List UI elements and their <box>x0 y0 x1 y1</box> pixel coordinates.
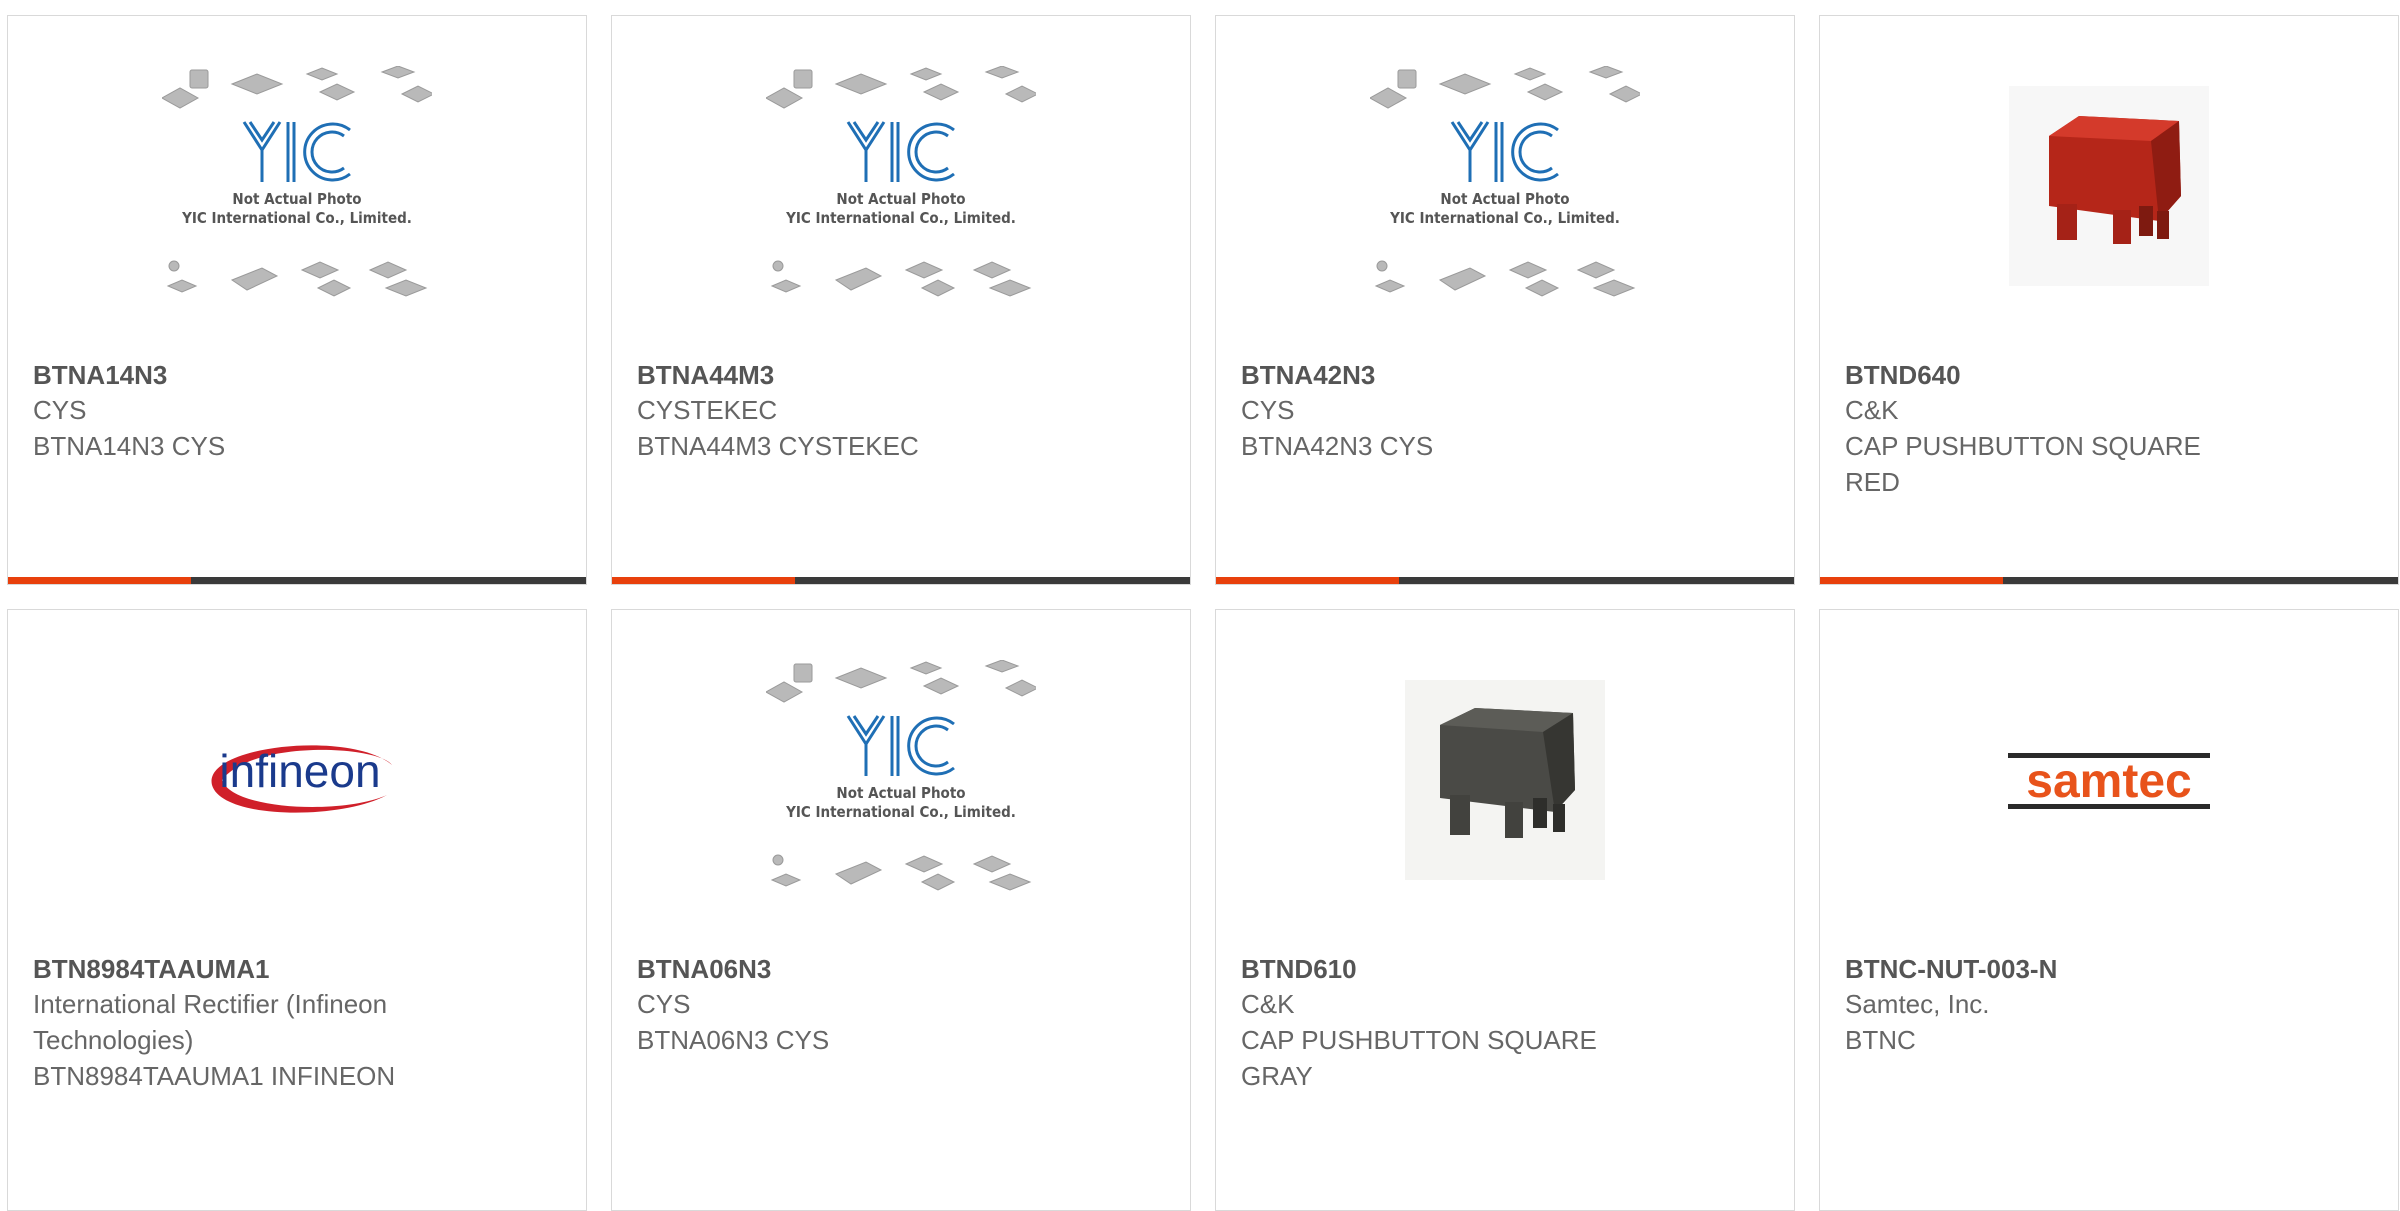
part-number[interactable]: BTNC-NUT-003-N <box>1845 952 2338 986</box>
product-image[interactable]: Not Actual Photo YIC International Co., … <box>612 66 1190 366</box>
product-info: BTNA06N3 CYS BTNA06N3 CYS <box>637 952 1130 1058</box>
product-card[interactable]: Not Actual Photo YIC International Co., … <box>7 15 587 585</box>
card-accent-bar <box>1820 577 2003 584</box>
product-info: BTND640 C&K CAP PUSHBUTTON SQUARE RED <box>1845 358 2338 500</box>
product-image[interactable] <box>1216 680 1794 980</box>
yic-logo <box>846 715 955 776</box>
product-image[interactable]: Not Actual Photo YIC International Co., … <box>8 66 586 366</box>
part-number[interactable]: BTNA14N3 <box>33 358 526 392</box>
yic-logo <box>846 121 955 182</box>
card-bottom-bar <box>1820 577 2398 584</box>
product-info: BTN8984TAAUMA1 International Rectifier (… <box>33 952 526 1094</box>
part-number[interactable]: BTNA06N3 <box>637 952 1130 986</box>
chip-icons <box>166 260 428 297</box>
chip-icons <box>770 854 1032 891</box>
yic-placeholder-image: Not Actual Photo YIC International Co., … <box>1370 66 1640 316</box>
description: GRAY <box>1241 1061 1313 1091</box>
part-number[interactable]: BTNA44M3 <box>637 358 1130 392</box>
manufacturer: CYS <box>33 395 87 425</box>
product-grid: Not Actual Photo YIC International Co., … <box>7 15 2399 1211</box>
product-image[interactable] <box>1820 86 2398 386</box>
manufacturer: CYSTEKEC <box>637 395 778 425</box>
chip-icons <box>1370 66 1640 109</box>
chip-icons <box>162 66 432 109</box>
part-number[interactable]: BTN8984TAAUMA1 <box>33 952 526 986</box>
manufacturer: CYS <box>637 989 691 1019</box>
description: BTNA14N3 CYS <box>33 431 226 461</box>
description: BTN8984TAAUMA1 INFINEON <box>33 1061 396 1091</box>
placeholder-caption: Not Actual Photo YIC International Co., … <box>1390 190 1620 227</box>
manufacturer: C&K <box>1241 989 1295 1019</box>
description: BTNA44M3 CYSTEKEC <box>637 431 919 461</box>
part-number[interactable]: BTND640 <box>1845 358 2338 392</box>
manufacturer: Samtec, Inc. <box>1845 989 1990 1019</box>
card-accent-bar <box>8 577 191 584</box>
samtec-logo: samtec <box>2008 753 2210 809</box>
product-card[interactable]: Not Actual Photo YIC International Co., … <box>1215 15 1795 585</box>
infineon-logo: infineon <box>211 745 392 813</box>
manufacturer: C&K <box>1845 395 1899 425</box>
placeholder-caption: Not Actual Photo YIC International Co., … <box>182 190 412 227</box>
product-card[interactable]: BTND610 C&K CAP PUSHBUTTON SQUARE GRAY <box>1215 609 1795 1211</box>
chip-icons <box>770 260 1032 297</box>
product-card[interactable]: Not Actual Photo YIC International Co., … <box>611 609 1191 1211</box>
manufacturer: Technologies) <box>33 1025 194 1055</box>
product-info: BTNC-NUT-003-N Samtec, Inc. BTNC <box>1845 952 2338 1058</box>
card-accent-bar <box>1216 577 1399 584</box>
product-card[interactable]: Not Actual Photo YIC International Co., … <box>611 15 1191 585</box>
description: RED <box>1845 467 1900 497</box>
card-bottom-bar <box>612 577 1190 584</box>
yic-placeholder-image: Not Actual Photo YIC International Co., … <box>162 66 432 316</box>
svg-text:samtec: samtec <box>2026 755 2191 808</box>
product-info: BTNA14N3 CYS BTNA14N3 CYS <box>33 358 526 464</box>
yic-placeholder-image: Not Actual Photo YIC International Co., … <box>766 660 1036 910</box>
manufacturer: International Rectifier (Infineon <box>33 989 388 1019</box>
description: BTNC <box>1845 1025 1916 1055</box>
red-cap-photo <box>2009 86 2209 286</box>
product-image[interactable]: Not Actual Photo YIC International Co., … <box>1216 66 1794 366</box>
card-accent-bar <box>612 577 795 584</box>
part-number[interactable]: BTNA42N3 <box>1241 358 1734 392</box>
yic-logo <box>242 121 351 182</box>
gray-cap-photo <box>1405 680 1605 880</box>
svg-text:infineon: infineon <box>219 745 380 797</box>
description: CAP PUSHBUTTON SQUARE <box>1845 431 2201 461</box>
description: BTNA06N3 CYS <box>637 1025 830 1055</box>
chip-icons <box>766 660 1036 703</box>
product-card[interactable]: BTND640 C&K CAP PUSHBUTTON SQUARE RED <box>1819 15 2399 585</box>
description: BTNA42N3 CYS <box>1241 431 1434 461</box>
yic-placeholder-image: Not Actual Photo YIC International Co., … <box>766 66 1036 316</box>
product-info: BTND610 C&K CAP PUSHBUTTON SQUARE GRAY <box>1241 952 1734 1094</box>
product-info: BTNA42N3 CYS BTNA42N3 CYS <box>1241 358 1734 464</box>
card-bottom-bar <box>8 577 586 584</box>
product-card[interactable]: infineon BTN8984TAAUMA1 International Re… <box>7 609 587 1211</box>
placeholder-caption: Not Actual Photo YIC International Co., … <box>786 784 1016 821</box>
product-image[interactable]: Not Actual Photo YIC International Co., … <box>612 660 1190 960</box>
part-number[interactable]: BTND610 <box>1241 952 1734 986</box>
chip-icons <box>766 66 1036 109</box>
description: CAP PUSHBUTTON SQUARE <box>1241 1025 1597 1055</box>
card-bottom-bar <box>1216 577 1794 584</box>
chip-icons <box>1374 260 1636 297</box>
yic-logo <box>1450 121 1559 182</box>
product-info: BTNA44M3 CYSTEKEC BTNA44M3 CYSTEKEC <box>637 358 1130 464</box>
product-card[interactable]: samtec BTNC-NUT-003-N Samtec, Inc. BTNC <box>1819 609 2399 1211</box>
manufacturer: CYS <box>1241 395 1295 425</box>
placeholder-caption: Not Actual Photo YIC International Co., … <box>786 190 1016 227</box>
